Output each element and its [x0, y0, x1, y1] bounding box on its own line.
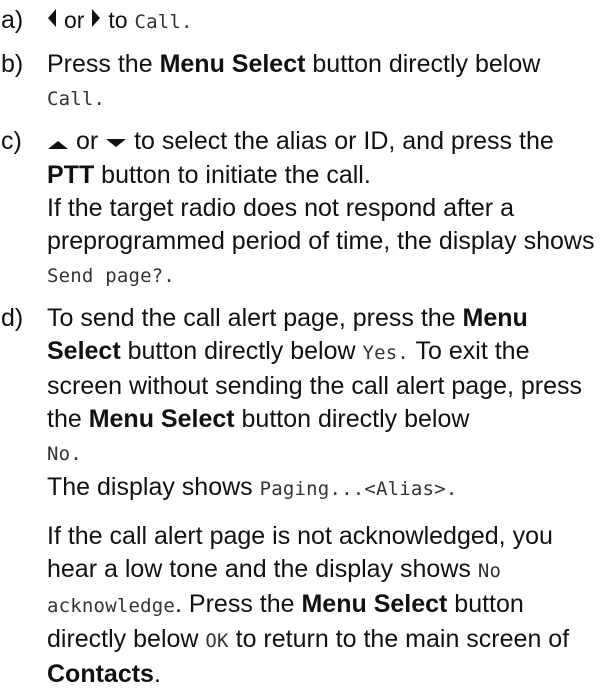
step-text: .	[153, 659, 161, 688]
display-text-paging: Paging...<Alias>.	[259, 477, 458, 500]
display-text-yes: Yes.	[362, 341, 410, 364]
menu-select-label: Menu Select	[88, 404, 235, 433]
contacts-label: Contacts	[47, 659, 154, 688]
step-text: . Press the	[175, 589, 302, 618]
step-text: to return to the main screen of	[228, 624, 570, 653]
step-marker: a)	[1, 6, 24, 34]
up-arrow-icon	[47, 126, 69, 159]
menu-select-label: Menu Select	[301, 589, 448, 618]
menu-select-label: Menu Select	[159, 50, 306, 78]
step-a: a) or to Call.	[1, 4, 603, 39]
step-body: or to select the alias or ID, and press …	[47, 125, 603, 293]
step-body: or to Call.	[47, 4, 603, 39]
step-c: c) or to select the alias or ID, and pre…	[1, 125, 603, 293]
ptt-label: PTT	[47, 160, 95, 189]
step-d: d) To send the call alert page, press th…	[1, 302, 603, 691]
step-text: button directly below	[234, 404, 470, 433]
instruction-page: a) or to Call. b) Press the Menu Select …	[0, 0, 613, 691]
right-arrow-icon	[91, 5, 101, 38]
step-text: button to initiate the call.	[94, 160, 371, 189]
step-marker: c)	[1, 127, 22, 155]
display-text-no: No.	[47, 442, 82, 465]
step-text: Press the	[47, 50, 160, 78]
left-arrow-icon	[47, 5, 57, 38]
step-body: Press the Menu Select button directly be…	[47, 48, 603, 116]
down-arrow-icon	[105, 126, 127, 159]
or-word: or	[75, 127, 99, 155]
step-marker: d)	[1, 303, 24, 332]
menu-label: Menu	[462, 303, 528, 332]
step-note: If the target radio does not respond aft…	[47, 193, 595, 255]
or-word: or	[63, 7, 85, 33]
select-label: Select	[47, 336, 121, 365]
display-text-call: Call.	[134, 11, 193, 33]
step-text: The display shows	[47, 472, 260, 501]
display-text-ok: OK	[205, 629, 229, 652]
step-text: To send the call alert page, press the	[47, 303, 463, 332]
step-b: b) Press the Menu Select button directly…	[1, 48, 603, 116]
step-body: To send the call alert page, press the M…	[47, 302, 603, 691]
to-word: to	[108, 7, 128, 33]
step-text: to select the alias or ID, and press the	[134, 127, 554, 155]
display-text-call: Call.	[47, 88, 106, 110]
display-text-send-page: Send page?.	[47, 264, 176, 287]
step-text: button directly below	[305, 50, 541, 78]
step-text: button directly below	[120, 336, 363, 365]
step-marker: b)	[1, 50, 24, 78]
